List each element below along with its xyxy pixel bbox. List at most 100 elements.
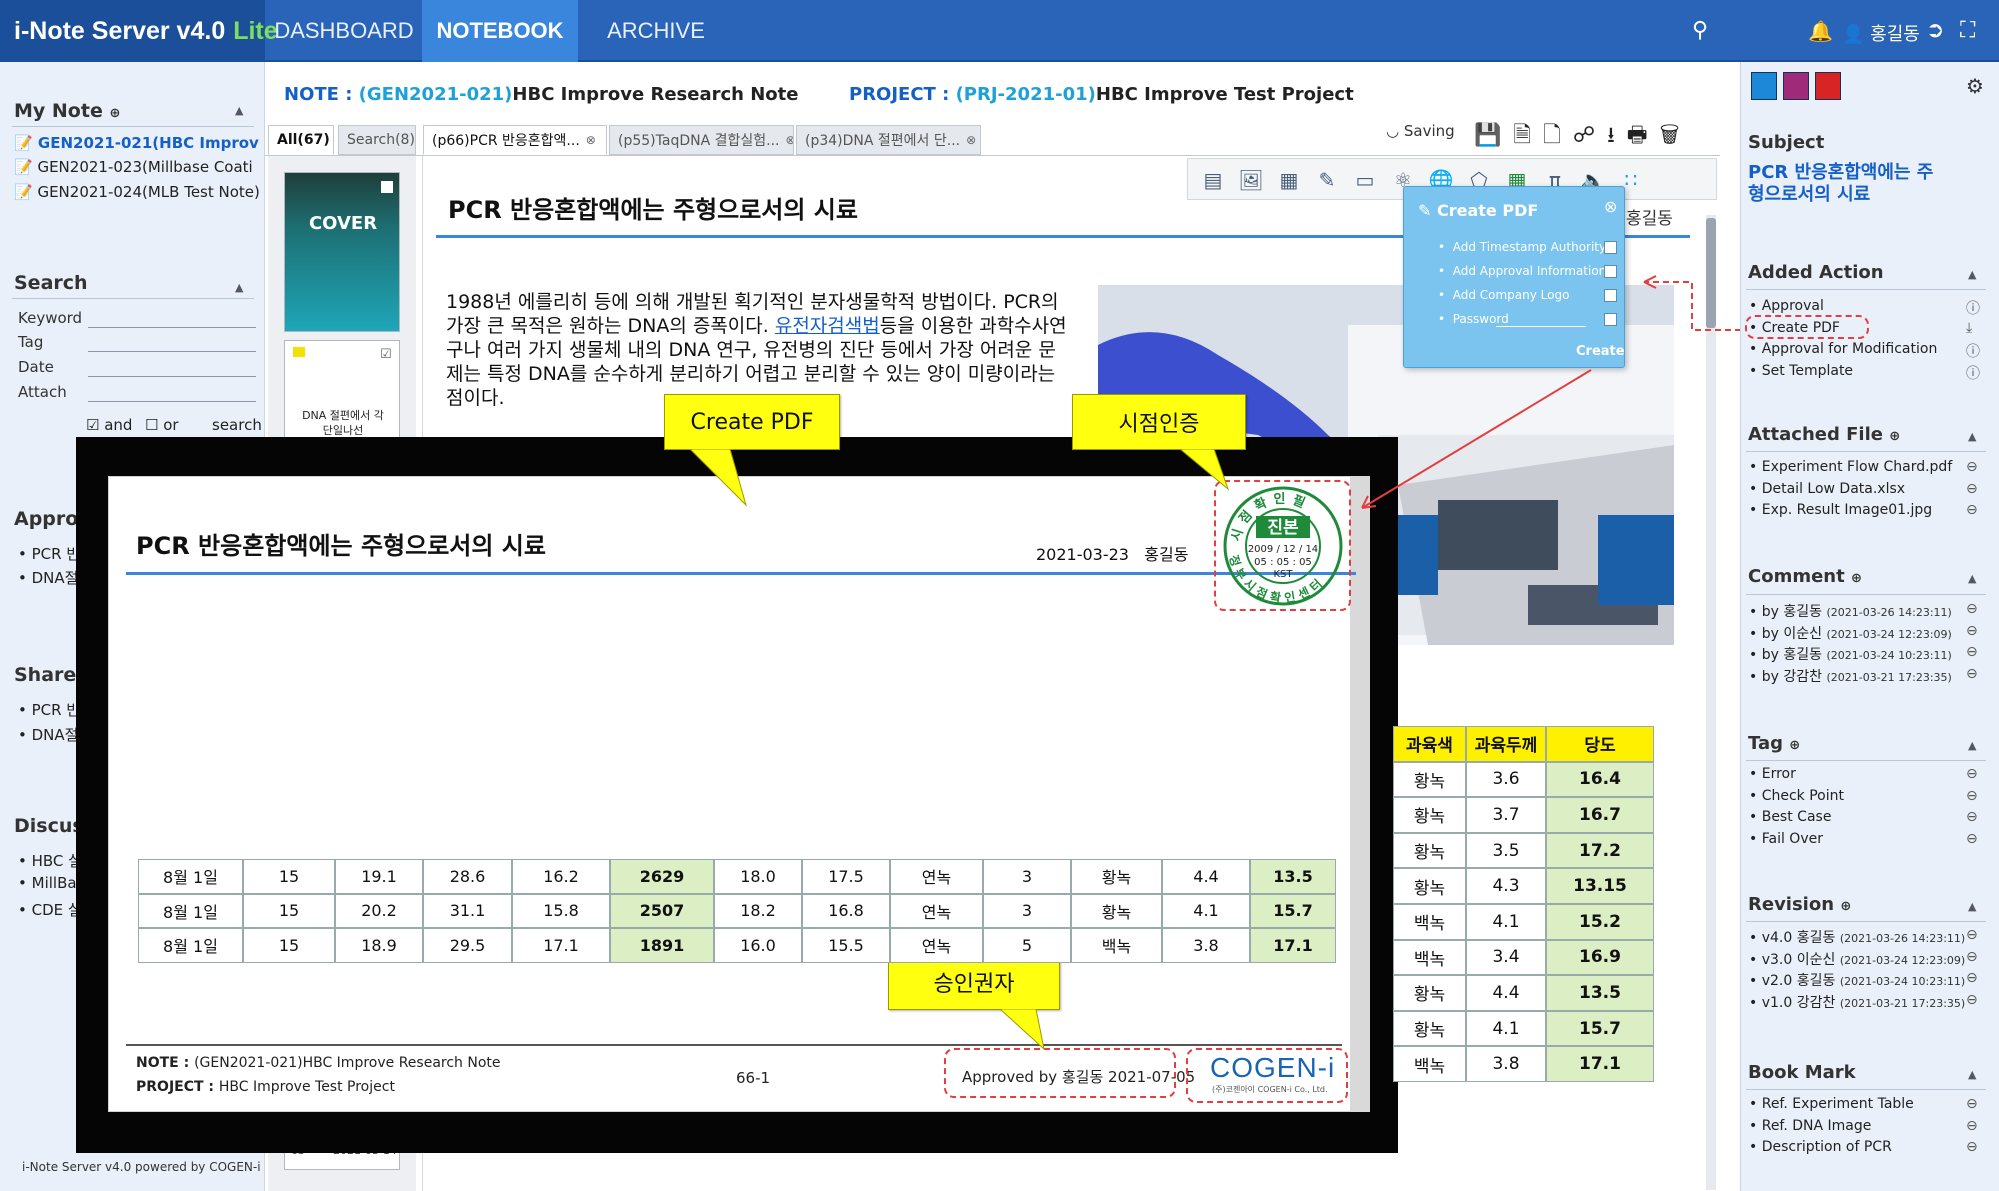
body-link[interactable]: 유전자검색법 [775,315,880,337]
fullscreen-icon[interactable]: ⛶ [1960,18,1975,44]
remove-icon[interactable]: ⊖ [1966,970,1978,986]
collapse-icon[interactable]: ▲ [1968,900,1976,913]
cover-thumbnail[interactable]: COVER [284,172,400,332]
approval-item[interactable]: • PCR 반 [18,543,80,564]
close-icon[interactable]: ⊗ [966,133,976,147]
attached-file[interactable]: • Exp. Result Image01.jpg [1749,502,1932,518]
tag-input[interactable] [88,351,256,352]
thumbnail-checkbox[interactable] [381,181,393,193]
tag-item[interactable]: • Check Point [1749,788,1844,804]
remove-icon[interactable]: ⊖ [1966,788,1978,804]
remove-icon[interactable]: ⊖ [1966,1118,1978,1134]
remove-icon[interactable]: ⊖ [1966,809,1978,825]
action-item[interactable]: • Set Template [1749,363,1853,379]
logout-icon[interactable]: ➲ [1926,18,1944,44]
user-menu[interactable]: 👤 홍길동 [1842,20,1920,46]
action-item[interactable]: • Approval for Modification [1749,341,1937,357]
shared-item[interactable]: • DNA절 [18,724,78,745]
note-item[interactable]: 📝 GEN2021-023(Millbase Coati [14,158,259,176]
approval-item[interactable]: • DNA절 [18,567,78,588]
remove-icon[interactable]: ⊖ [1966,623,1978,639]
remove-icon[interactable]: ⊖ [1966,644,1978,660]
export-icon[interactable]: 🗎 [1513,123,1543,148]
info-icon[interactable]: ⓘ [1966,363,1980,383]
thumbnail-checkbox[interactable]: ☑ [380,347,392,362]
and-checkbox[interactable]: ☑ and [86,416,132,434]
collapse-icon[interactable]: ▲ [1968,1068,1976,1081]
attach-input[interactable] [88,401,256,402]
remove-icon[interactable]: ⊖ [1966,1096,1978,1112]
close-icon[interactable]: ⊗ [586,133,596,147]
remove-icon[interactable]: ⊖ [1966,601,1978,617]
collapse-icon[interactable]: ▲ [1968,268,1976,281]
save-icon[interactable]: 💾 [1474,123,1513,148]
action-item[interactable]: • Create PDF [1749,320,1840,336]
tag-item[interactable]: • Fail Over [1749,831,1823,847]
tag-item[interactable]: • Error [1749,766,1796,782]
revision-item[interactable]: • v2.0 홍길동 (2021-03-24 10:23:11) [1749,970,1965,990]
document-body-text[interactable]: 1988년 에를리히 등에 의해 개발된 획기적인 분자생물학적 방법이다. P… [446,290,1071,410]
document-title[interactable]: PCR 반응혼합액에는 주형으로서의 시료 [448,190,858,225]
download-icon[interactable]: ⤓ [1966,320,1972,336]
bell-icon[interactable]: 🔔 [1808,18,1833,44]
trash-icon[interactable]: 🗑 [1660,123,1692,148]
collapse-icon[interactable]: ▲ [1968,430,1976,443]
collapse-icon[interactable]: ▲ [1968,739,1976,752]
remove-icon[interactable]: ⊖ [1966,481,1978,497]
tab-search[interactable]: Search(8) [338,125,416,155]
date-input[interactable] [88,376,256,377]
remove-icon[interactable]: ⊖ [1966,949,1978,965]
share-icon[interactable]: ☍ [1573,123,1607,148]
comment-item[interactable]: • by 이순신 (2021-03-24 12:23:09) [1749,623,1952,643]
bookmark-item[interactable]: • Description of PCR [1749,1139,1892,1155]
collapse-icon[interactable]: ▲ [1968,572,1976,585]
info-icon[interactable]: ⓘ [1966,341,1980,361]
download-icon[interactable]: ⭳ [1607,123,1627,148]
copy-icon[interactable]: 🗋 [1543,123,1573,148]
avatar[interactable] [1815,72,1841,100]
page-thumbnail[interactable]: ☑ DNA 절편에서 각 단일나선 [284,340,400,440]
nav-tab-dashboard[interactable]: DASHBOARD [268,0,420,62]
or-checkbox[interactable]: ☐ or [145,416,179,434]
bookmark-item[interactable]: • Ref. DNA Image [1749,1118,1871,1134]
collapse-search-icon[interactable]: ▲ [235,281,243,294]
tag-item[interactable]: • Best Case [1749,809,1831,825]
action-item[interactable]: • Approval [1749,298,1824,314]
revision-item[interactable]: • v3.0 이순신 (2021-03-24 12:23:09) [1749,949,1965,969]
add-file-icon[interactable]: ⊕ [1889,429,1900,444]
avatar[interactable] [1751,72,1777,100]
remove-icon[interactable]: ⊖ [1966,459,1978,475]
comment-item[interactable]: • by 강감찬 (2021-03-21 17:23:35) [1749,666,1952,686]
remove-icon[interactable]: ⊖ [1966,766,1978,782]
create-pdf-button[interactable]: Create [1576,344,1625,359]
revision-item[interactable]: • v4.0 홍길동 (2021-03-26 14:23:11) [1749,927,1965,947]
remove-icon[interactable]: ⊖ [1966,666,1978,682]
note-item[interactable]: 📝 GEN2021-024(MLB Test Note) [14,183,259,201]
avatar[interactable] [1783,72,1809,100]
add-comment-icon[interactable]: ⊕ [1851,571,1862,586]
add-note-icon[interactable]: ⊕ [109,106,120,121]
gear-icon[interactable]: ⚙ [1966,74,1984,98]
tab-all[interactable]: All(67) [268,125,334,155]
tab-page-34[interactable]: (p34)DNA 절편에서 단... ⊗ [796,125,981,155]
comment-item[interactable]: • by 홍길동 (2021-03-26 14:23:11) [1749,601,1952,621]
remove-icon[interactable]: ⊖ [1966,502,1978,518]
add-tag-icon[interactable]: ⊕ [1789,738,1800,753]
note-item[interactable]: 📝 GEN2021-021(HBC Improve [14,134,259,152]
remove-icon[interactable]: ⊖ [1966,831,1978,847]
image-icon[interactable]: 🖼 [1238,167,1264,193]
print-icon[interactable]: 🖶 [1627,123,1660,148]
remove-icon[interactable]: ⊖ [1966,992,1978,1008]
revision-item[interactable]: • v1.0 강감찬 (2021-03-21 17:23:35) [1749,992,1965,1012]
timestamp-checkbox[interactable] [1604,241,1617,254]
attached-file[interactable]: • Experiment Flow Chard.pdf [1749,459,1952,475]
discuss-item[interactable]: • MillBas [18,874,84,892]
tab-page-55[interactable]: (p55)TaqDNA 결합실험...⊗ [609,125,794,155]
shared-item[interactable]: • PCR 반 [18,699,80,720]
vertical-scrollbar[interactable] [1706,215,1716,1190]
tab-page-66[interactable]: (p66)PCR 반응혼합액... ⊗ [423,125,607,155]
add-revision-icon[interactable]: ⊕ [1840,899,1851,914]
comment-item[interactable]: • by 홍길동 (2021-03-24 10:23:11) [1749,644,1952,664]
bookmark-item[interactable]: • Ref. Experiment Table [1749,1096,1914,1112]
search-icon[interactable]: ⚲ [1692,18,1708,44]
